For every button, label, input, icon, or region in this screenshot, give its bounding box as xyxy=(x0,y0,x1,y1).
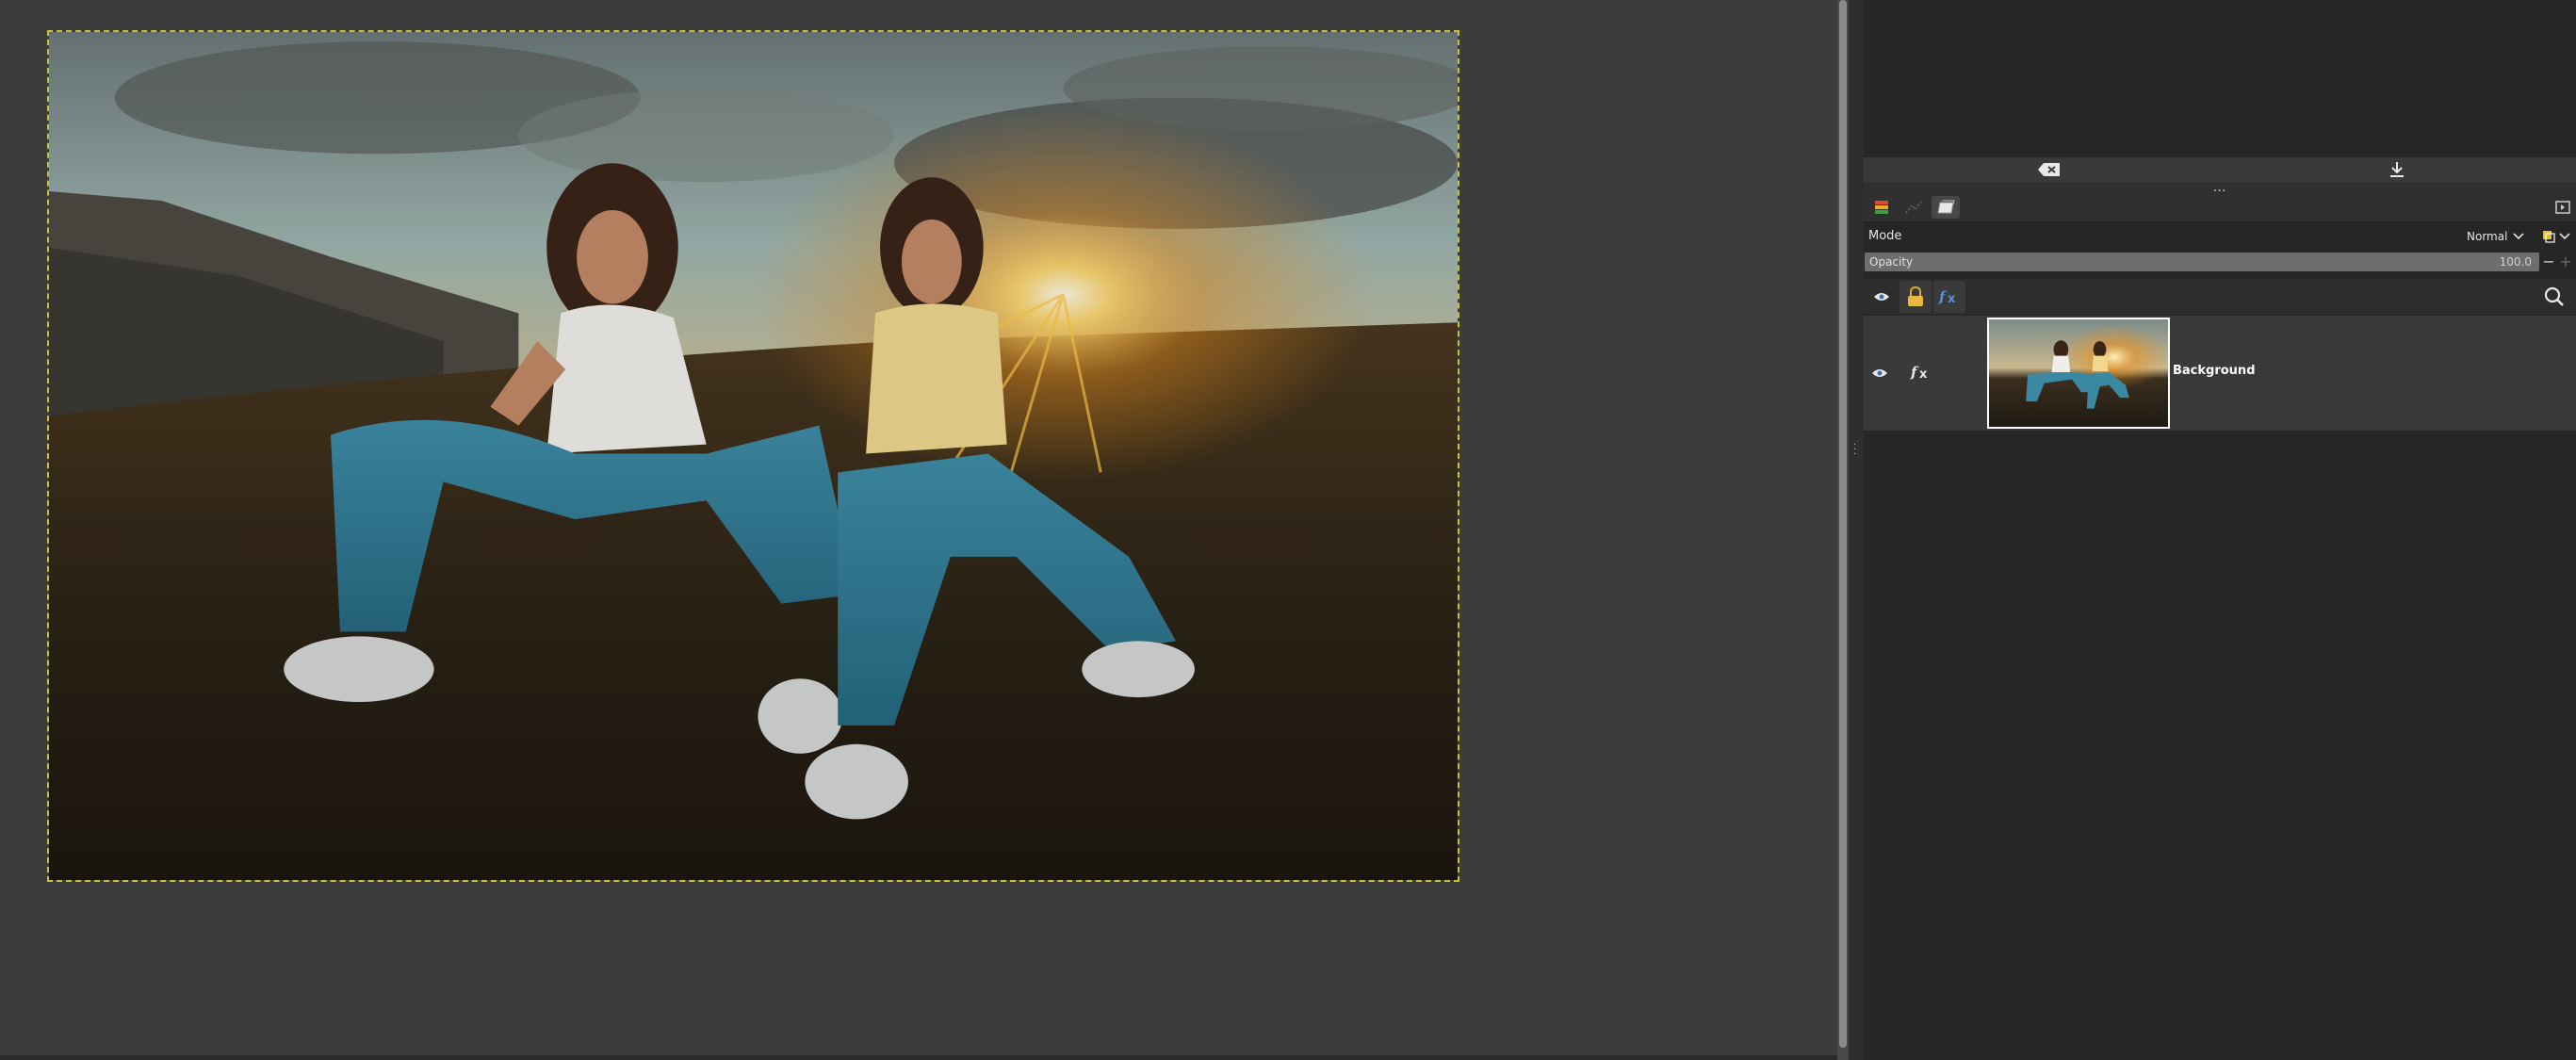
horizontal-scrollbar[interactable] xyxy=(0,1055,1837,1060)
dock-menu-icon xyxy=(2555,201,2570,214)
download-icon xyxy=(2390,162,2404,177)
eye-icon xyxy=(1874,293,1889,301)
layer-effects-toggle[interactable]: f x xyxy=(1907,361,1935,383)
dock-resize-handle[interactable]: · · · xyxy=(1853,441,1859,462)
opacity-increase-button[interactable]: + xyxy=(2557,253,2574,271)
dock-grip[interactable]: … xyxy=(1864,180,2576,195)
dock-tabs xyxy=(1864,193,2576,222)
chevron-down-icon xyxy=(2559,233,2570,240)
opacity-row: Opacity 100.0 − + xyxy=(1864,251,2576,273)
canvas-area[interactable] xyxy=(0,0,1837,1060)
search-icon xyxy=(2544,286,2564,306)
layers-stack-icon xyxy=(1875,201,1888,214)
mode-value: Normal xyxy=(2467,230,2508,243)
mode-label: Mode xyxy=(1868,229,1902,243)
visibility-toggle-button[interactable] xyxy=(1866,281,1898,313)
lock-icon xyxy=(1908,286,1923,306)
tab-paths[interactable] xyxy=(1899,196,1928,219)
layer-visibility-toggle[interactable] xyxy=(1871,365,1890,380)
layer-toolbar: f x xyxy=(1864,279,2576,315)
layer-thumbnail-image xyxy=(1989,319,2168,427)
channels-icon xyxy=(1937,200,1955,214)
svg-text:x: x xyxy=(1919,367,1928,381)
opacity-slider[interactable]: Opacity 100.0 xyxy=(1865,253,2539,271)
svg-text:f: f xyxy=(1910,364,1919,381)
composite-mode-icon xyxy=(2543,231,2555,243)
opacity-slider-fill xyxy=(1865,253,2539,271)
layer-row[interactable]: f x Background xyxy=(1864,316,2576,431)
image-canvas[interactable] xyxy=(47,30,1459,882)
opacity-decrease-button[interactable]: − xyxy=(2540,253,2557,271)
layer-name[interactable]: Background xyxy=(2173,364,2256,378)
download-button[interactable] xyxy=(2381,159,2413,180)
composite-mode-button[interactable] xyxy=(2542,228,2574,245)
tab-layers[interactable] xyxy=(1867,196,1896,219)
svg-text:x: x xyxy=(1948,292,1956,305)
upper-dock-area xyxy=(1864,0,2576,157)
layers-list-empty-area[interactable] xyxy=(1864,431,2576,1060)
mode-dropdown[interactable]: Normal xyxy=(2467,227,2525,246)
dock-separator[interactable] xyxy=(1849,0,1864,1060)
backspace-x-icon xyxy=(2038,163,2060,176)
scrollbar-thumb[interactable] xyxy=(1839,0,1847,1048)
dock-toolbar xyxy=(1864,157,2576,182)
lock-button[interactable] xyxy=(1899,281,1932,313)
search-button[interactable] xyxy=(2538,281,2570,313)
mode-row: Mode Normal xyxy=(1864,224,2576,249)
tab-channels[interactable] xyxy=(1932,196,1960,219)
chevron-down-icon xyxy=(2513,233,2524,240)
opacity-value: 100.0 xyxy=(2499,255,2532,269)
right-dock-panel: … Mode Normal Opacity 100.0 − + f x f x … xyxy=(1864,0,2576,1060)
svg-text:f: f xyxy=(1938,288,1948,305)
vertical-scrollbar[interactable] xyxy=(1837,0,1849,1060)
photo-image xyxy=(49,32,1458,880)
clear-button[interactable] xyxy=(2033,159,2065,180)
dock-menu-button[interactable] xyxy=(2555,200,2570,215)
fx-icon: f x xyxy=(1910,364,1928,381)
eye-icon xyxy=(1872,369,1887,377)
layer-thumbnail[interactable] xyxy=(1987,318,2170,429)
paths-icon xyxy=(1905,201,1922,214)
fx-icon: f x xyxy=(1938,288,1956,305)
grip-dots: … xyxy=(2212,180,2227,195)
effects-button[interactable]: f x xyxy=(1933,281,1965,313)
opacity-label: Opacity xyxy=(1869,255,1914,269)
